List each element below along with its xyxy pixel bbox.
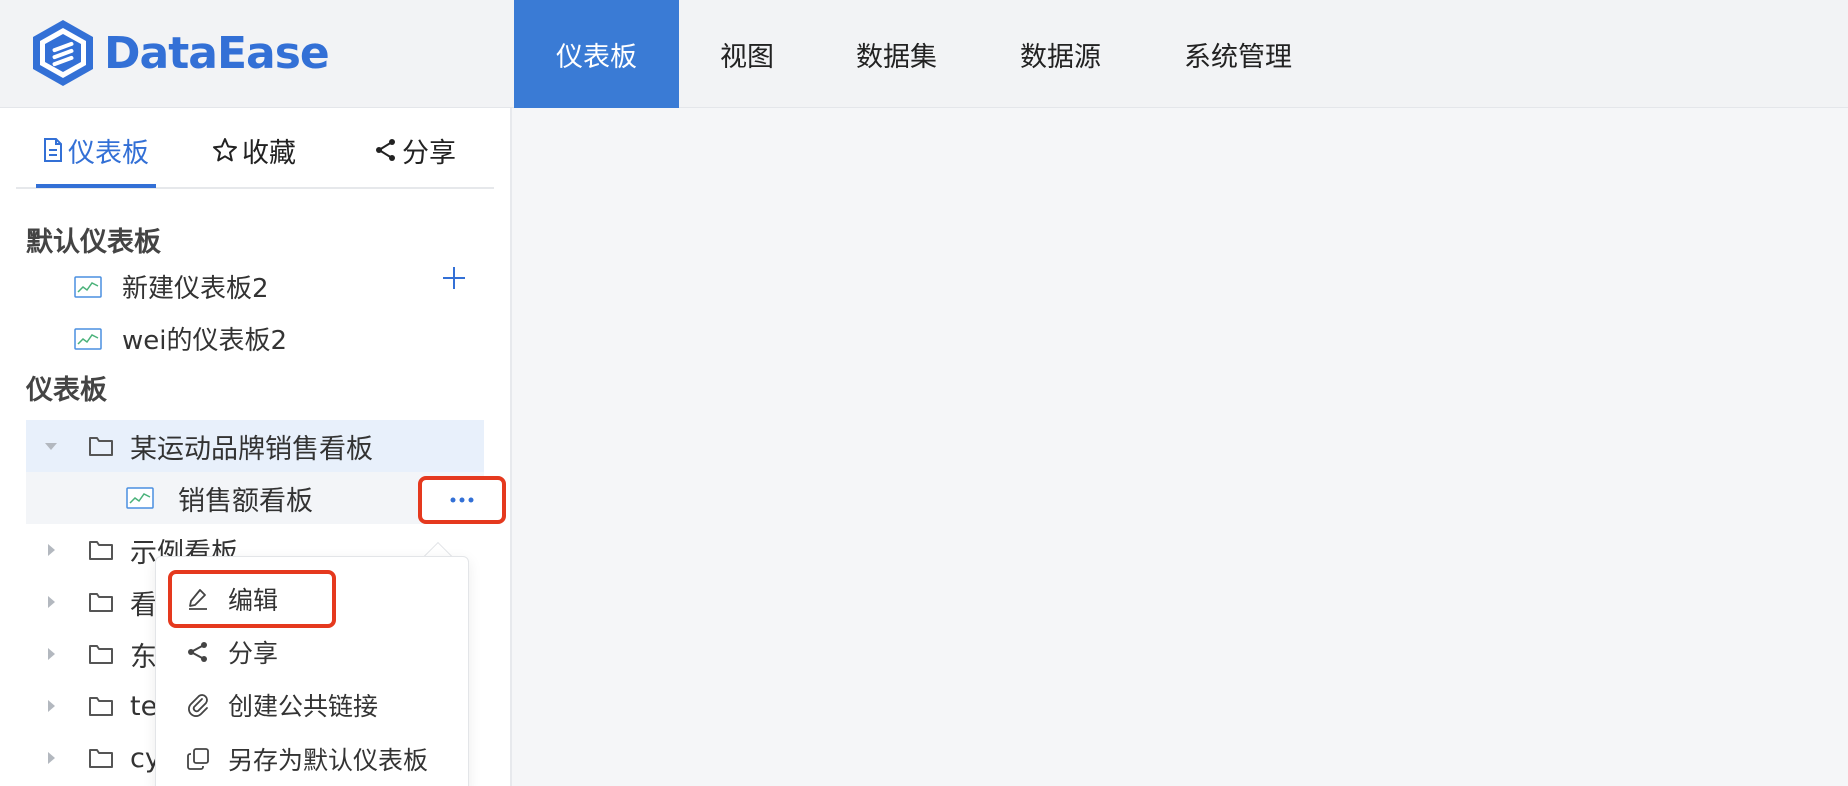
tree-folder-label: 某运动品牌销售看板 bbox=[130, 433, 373, 465]
default-dashboard-heading: 默认仪表板 bbox=[26, 227, 161, 258]
nav-view[interactable]: 视图 bbox=[679, 0, 815, 108]
sidebar-tabs: 仪表板 收藏 分享 bbox=[16, 108, 494, 189]
menu-item-save-as-default-label: 另存为默认仪表板 bbox=[228, 746, 429, 775]
menu-item-share[interactable]: 分享 bbox=[186, 632, 278, 672]
default-dashboard-item[interactable]: 新建仪表板2 bbox=[74, 268, 269, 305]
chart-icon bbox=[126, 487, 154, 509]
caret-right-icon[interactable] bbox=[44, 543, 58, 557]
chart-icon bbox=[74, 275, 102, 298]
tab-dashboard[interactable]: 仪表板 bbox=[42, 132, 149, 169]
add-icon[interactable] bbox=[440, 264, 468, 292]
tab-share-label: 分享 bbox=[402, 137, 456, 169]
dataease-logo-icon bbox=[33, 20, 93, 86]
edit-icon bbox=[189, 589, 207, 610]
menu-item-edit[interactable]: 编辑 bbox=[186, 579, 278, 619]
menu-item-public-link[interactable]: 创建公共链接 bbox=[186, 685, 378, 725]
tree-folder-label: 东 bbox=[130, 641, 157, 673]
caret-right-icon[interactable] bbox=[44, 647, 58, 661]
star-icon bbox=[213, 138, 237, 162]
menu-item-save-as-default[interactable]: 另存为默认仪表板 bbox=[186, 739, 428, 779]
caret-down-icon[interactable] bbox=[44, 439, 58, 453]
folder-icon bbox=[89, 541, 113, 560]
default-dashboard-label: 新建仪表板2 bbox=[122, 274, 269, 304]
tree-folder[interactable]: 某运动品牌销售看板 bbox=[26, 420, 484, 472]
tree-folder-label: te bbox=[130, 690, 158, 722]
menu-item-edit-label: 编辑 bbox=[228, 586, 279, 615]
top-header: DataEase 仪表板 视图 数据集 数据源 系统管理 bbox=[0, 0, 1848, 108]
paperclip-icon bbox=[188, 694, 208, 717]
chart-icon bbox=[74, 327, 102, 350]
nav-system-management[interactable]: 系统管理 bbox=[1143, 0, 1333, 108]
share-icon bbox=[188, 642, 207, 662]
menu-item-share-label: 分享 bbox=[228, 639, 279, 668]
tab-dashboard-label: 仪表板 bbox=[68, 137, 149, 169]
folder-icon bbox=[89, 645, 113, 664]
share-icon bbox=[376, 139, 395, 161]
tab-favorites[interactable]: 收藏 bbox=[212, 132, 296, 169]
caret-right-icon[interactable] bbox=[44, 595, 58, 609]
nav-dataset[interactable]: 数据集 bbox=[815, 0, 978, 108]
tree-dashboard-label: 销售额看板 bbox=[178, 485, 313, 517]
caret-right-icon[interactable] bbox=[44, 751, 58, 765]
tree-folder-label: 看 bbox=[130, 589, 157, 621]
nav-dashboard[interactable]: 仪表板 bbox=[514, 0, 679, 108]
folder-icon bbox=[89, 593, 113, 612]
nav-datasource[interactable]: 数据源 bbox=[978, 0, 1143, 108]
tree-dashboard-item[interactable]: 销售额看板 bbox=[26, 472, 484, 524]
main-nav: 仪表板 视图 数据集 数据源 系统管理 bbox=[514, 0, 1333, 108]
dashboard-heading: 仪表板 bbox=[26, 375, 107, 406]
menu-item-public-link-label: 创建公共链接 bbox=[228, 692, 379, 721]
default-dashboard-label: wei的仪表板2 bbox=[122, 326, 288, 356]
brand-name: DataEase bbox=[104, 27, 330, 79]
more-dots-icon bbox=[450, 497, 474, 503]
folder-icon bbox=[89, 749, 113, 768]
document-icon bbox=[44, 138, 62, 162]
active-tab-indicator bbox=[36, 184, 156, 188]
logo[interactable]: DataEase bbox=[30, 16, 330, 90]
caret-right-icon[interactable] bbox=[44, 699, 58, 713]
tab-favorites-label: 收藏 bbox=[242, 137, 296, 169]
context-menu: 编辑 分享 创建公共链接 另存为默认仪表板 bbox=[155, 556, 469, 786]
default-dashboard-item[interactable]: wei的仪表板2 bbox=[74, 320, 287, 357]
folder-icon bbox=[89, 697, 113, 716]
copy-icon bbox=[187, 748, 209, 770]
main-content-area bbox=[514, 108, 1848, 786]
folder-icon bbox=[89, 437, 113, 456]
more-actions-button[interactable] bbox=[418, 476, 506, 524]
tab-share[interactable]: 分享 bbox=[374, 132, 456, 169]
